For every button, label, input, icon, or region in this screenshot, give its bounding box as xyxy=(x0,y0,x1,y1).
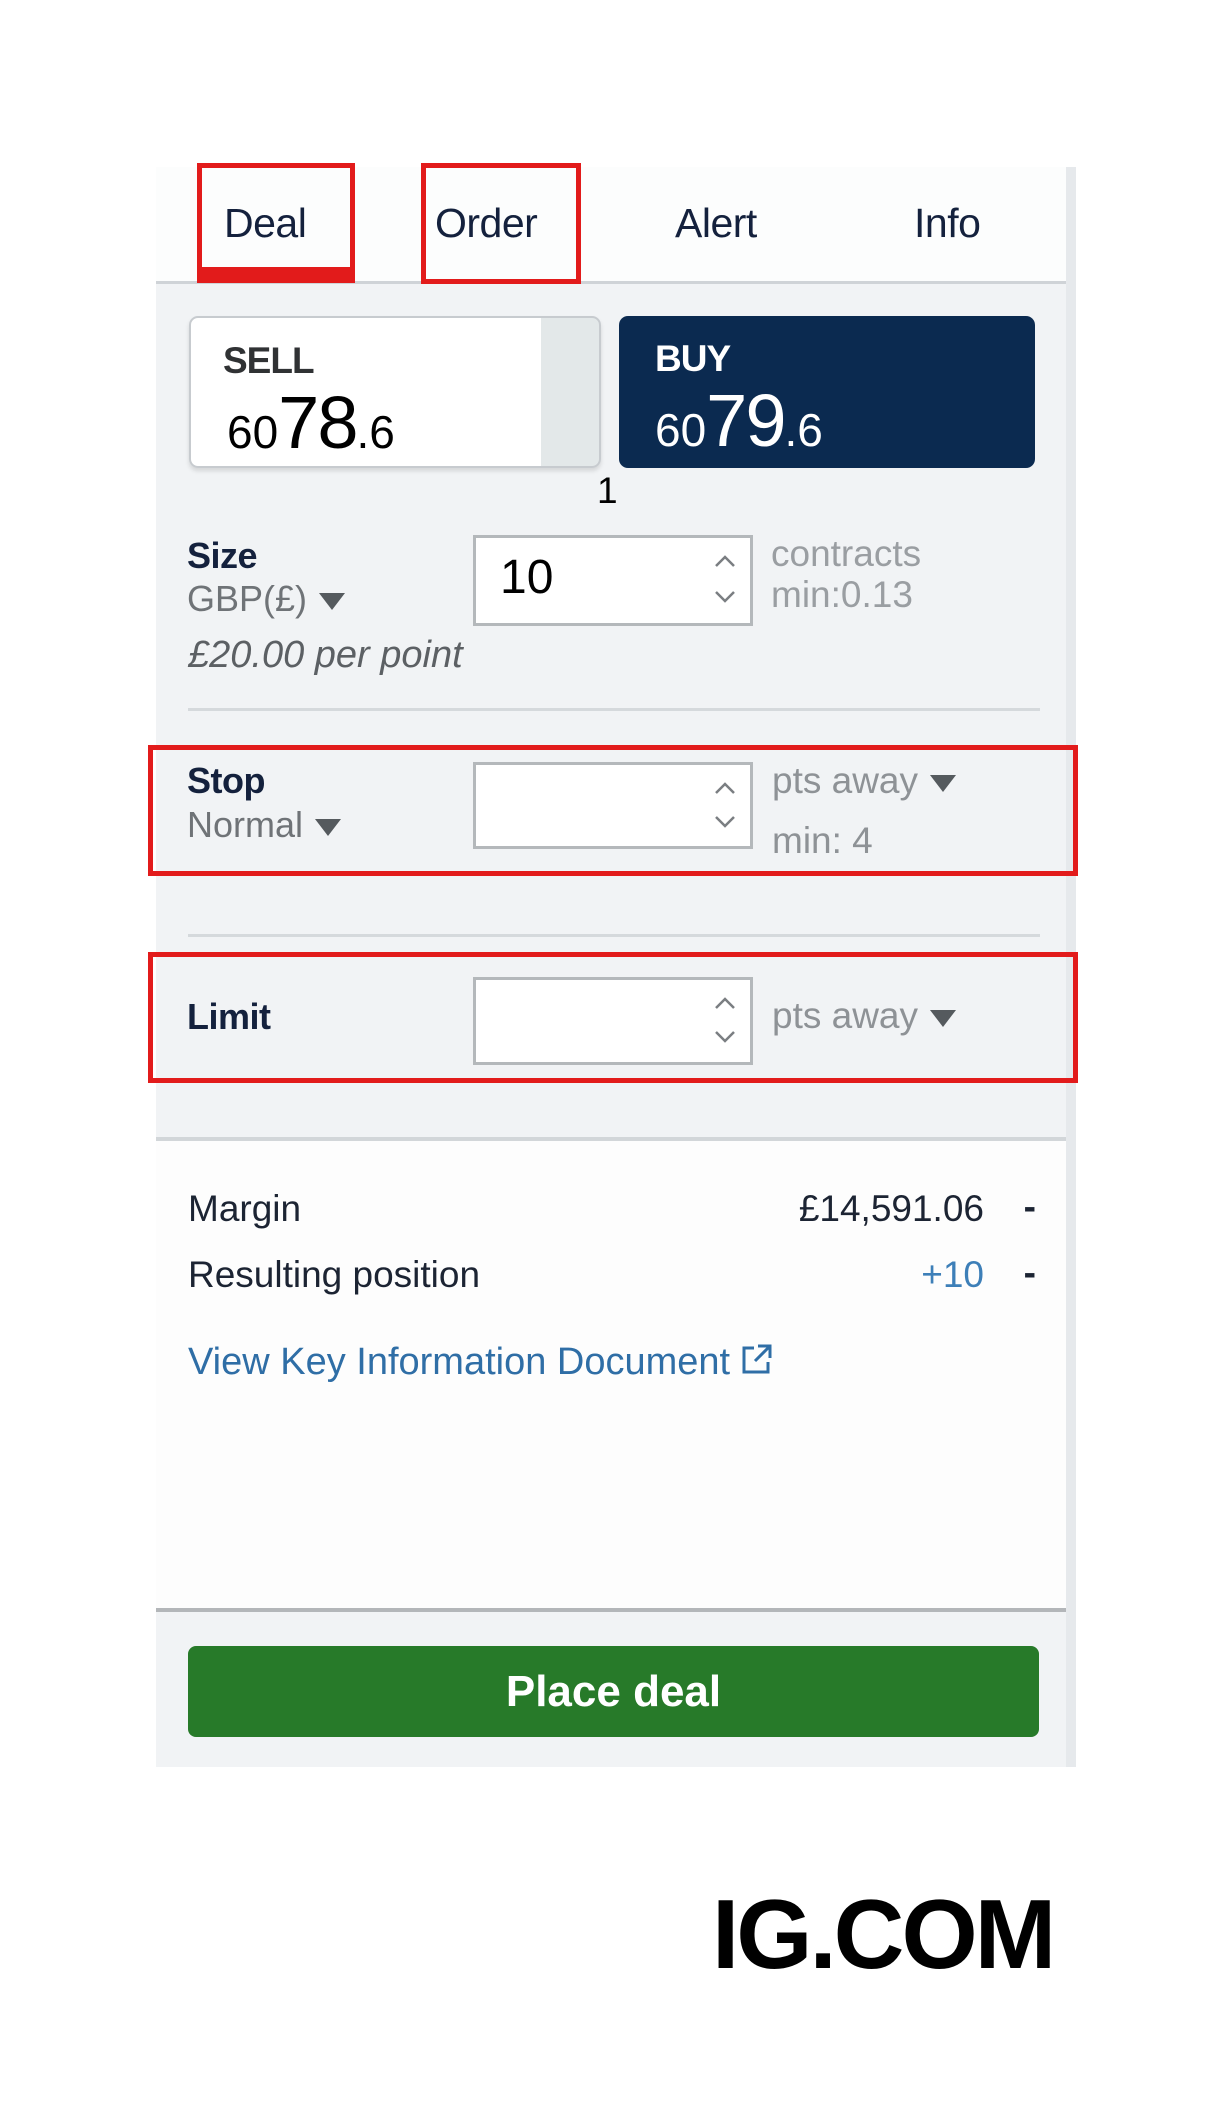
sell-button[interactable]: SELL 6078.6 xyxy=(189,316,601,468)
chevron-up-icon xyxy=(715,555,735,567)
spread-value: 1 xyxy=(597,470,618,511)
stop-increment-button[interactable] xyxy=(710,777,740,799)
buy-price: 6079.6 xyxy=(655,378,823,463)
size-increment-button[interactable] xyxy=(710,550,740,572)
stop-type-value: Normal xyxy=(187,804,304,845)
chevron-up-icon xyxy=(715,997,735,1009)
buy-price-main: 79 xyxy=(706,379,786,462)
size-input-value: 10 xyxy=(500,551,554,604)
external-link-icon xyxy=(742,1344,772,1374)
limit-label: Limit xyxy=(187,996,271,1037)
stop-input[interactable] xyxy=(473,762,753,849)
ticket-footer: Place deal xyxy=(156,1608,1066,1767)
size-input[interactable]: 10 xyxy=(473,535,753,626)
sell-price-main: 78 xyxy=(278,381,358,464)
kid-link-label: View Key Information Document xyxy=(188,1341,731,1383)
caret-down-icon xyxy=(315,818,342,836)
limit-input[interactable] xyxy=(473,977,753,1065)
chevron-down-icon xyxy=(715,816,735,828)
tab-info[interactable]: Info xyxy=(914,200,981,247)
margin-label: Margin xyxy=(188,1188,302,1229)
divider xyxy=(188,708,1040,711)
margin-value: £14,591.06 xyxy=(798,1188,984,1229)
resulting-position-value: +10 xyxy=(921,1254,984,1295)
limit-decrement-button[interactable] xyxy=(710,1026,740,1048)
panel-scrollbar[interactable] xyxy=(1066,167,1076,1767)
tab-deal[interactable]: Deal xyxy=(224,200,307,247)
place-deal-button[interactable]: Place deal xyxy=(188,1646,1039,1737)
tab-bar: Deal Order Alert Info xyxy=(156,167,1066,284)
key-information-document-link[interactable]: View Key Information Document xyxy=(188,1341,774,1384)
caret-down-icon xyxy=(930,774,957,792)
stop-min: min: 4 xyxy=(772,820,873,861)
size-label: Size xyxy=(187,535,258,576)
deal-summary: Margin £14,591.06 - Resulting position +… xyxy=(156,1137,1066,1608)
limit-unit-value: pts away xyxy=(772,995,919,1036)
divider xyxy=(188,934,1040,937)
stop-type-dropdown[interactable]: Normal xyxy=(187,804,342,846)
buy-price-prefix: 60 xyxy=(655,404,707,456)
resulting-position-dash: - xyxy=(1023,1252,1036,1293)
size-min: min:0.13 xyxy=(771,574,913,615)
sell-price-suffix: .6 xyxy=(356,406,395,458)
stop-label: Stop xyxy=(187,760,265,801)
chevron-down-icon xyxy=(715,591,735,603)
chevron-down-icon xyxy=(715,1031,735,1043)
stop-decrement-button[interactable] xyxy=(710,811,740,833)
sell-price-prefix: 60 xyxy=(227,406,279,458)
currency-dropdown[interactable]: GBP(£) xyxy=(187,578,346,620)
limit-increment-button[interactable] xyxy=(710,992,740,1014)
resulting-position-label: Resulting position xyxy=(188,1254,481,1295)
caret-down-icon xyxy=(319,592,346,610)
size-unit: contracts xyxy=(771,533,922,574)
brand-logo: IG.COM xyxy=(712,1879,1056,1989)
sell-label: SELL xyxy=(223,340,315,381)
currency-value: GBP(£) xyxy=(187,578,308,619)
buy-price-suffix: .6 xyxy=(784,404,823,456)
buy-button[interactable]: BUY 6079.6 xyxy=(619,316,1035,468)
margin-dash: - xyxy=(1023,1186,1036,1227)
sell-price: 6078.6 xyxy=(227,380,395,465)
size-decrement-button[interactable] xyxy=(710,586,740,608)
tab-alert[interactable]: Alert xyxy=(675,200,757,247)
tab-order[interactable]: Order xyxy=(435,200,538,247)
buy-label: BUY xyxy=(655,338,731,379)
chevron-up-icon xyxy=(715,782,735,794)
limit-unit-dropdown[interactable]: pts away xyxy=(772,995,957,1037)
caret-down-icon xyxy=(930,1009,957,1027)
stop-unit-value: pts away xyxy=(772,760,919,801)
per-point-value: £20.00 per point xyxy=(188,634,463,676)
stop-unit-dropdown[interactable]: pts away xyxy=(772,760,957,802)
